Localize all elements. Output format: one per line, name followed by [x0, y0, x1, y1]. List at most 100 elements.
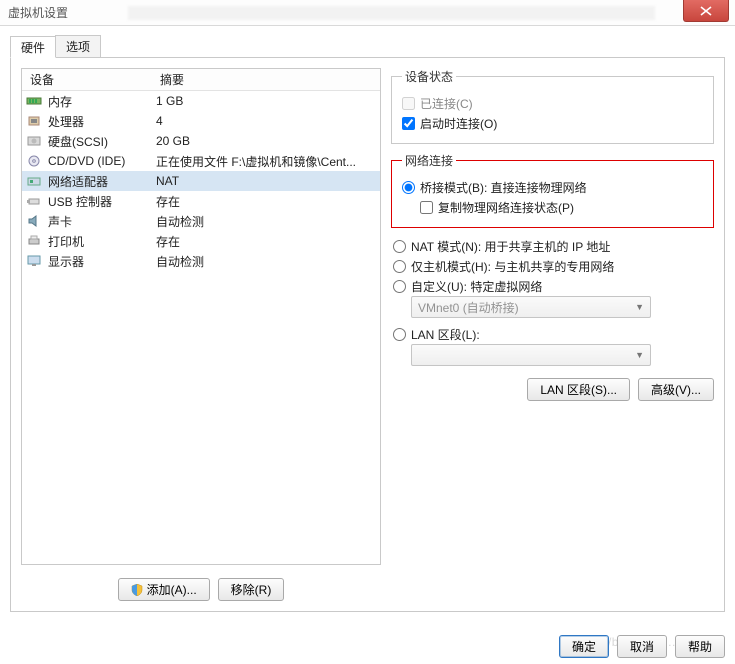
lan-radio-input[interactable]	[393, 328, 406, 341]
add-button-label: 添加(A)...	[147, 581, 197, 598]
device-summary: 正在使用文件 F:\虚拟机和镜像\Cent...	[156, 153, 376, 170]
device-summary: NAT	[156, 174, 376, 188]
lan-radio[interactable]: LAN 区段(L):	[393, 324, 712, 344]
bridged-radio[interactable]: 桥接模式(B): 直接连接物理网络	[402, 177, 703, 197]
hardware-row-display[interactable]: 显示器自动检测	[22, 251, 380, 271]
titlebar-blur	[128, 6, 655, 20]
chevron-down-icon: ▼	[635, 350, 644, 360]
nic-icon	[26, 174, 42, 188]
hardware-list[interactable]: 设备 摘要 内存1 GB处理器4硬盘(SCSI)20 GBCD/DVD (IDE…	[21, 68, 381, 565]
connected-checkbox-input[interactable]	[402, 97, 415, 110]
remove-button[interactable]: 移除(R)	[218, 578, 285, 601]
col-device: 设备	[22, 71, 152, 88]
bridged-label: 桥接模式(B): 直接连接物理网络	[420, 179, 587, 196]
close-icon	[700, 6, 712, 16]
device-name: 打印机	[48, 233, 156, 250]
device-summary: 自动检测	[156, 213, 376, 230]
ok-button[interactable]: 确定	[559, 635, 609, 658]
connected-label: 已连接(C)	[420, 95, 473, 112]
network-connection-group: 网络连接 桥接模式(B): 直接连接物理网络 复制物理网络连接状态(P)	[391, 152, 714, 228]
hardware-row-sound[interactable]: 声卡自动检测	[22, 211, 380, 231]
replicate-label: 复制物理网络连接状态(P)	[438, 199, 574, 216]
hardware-row-printer[interactable]: 打印机存在	[22, 231, 380, 251]
nat-radio[interactable]: NAT 模式(N): 用于共享主机的 IP 地址	[393, 236, 712, 256]
nat-radio-input[interactable]	[393, 240, 406, 253]
custom-radio[interactable]: 自定义(U): 特定虚拟网络	[393, 276, 712, 296]
display-icon	[26, 254, 42, 268]
help-button[interactable]: 帮助	[675, 635, 725, 658]
hardware-row-usb[interactable]: USB 控制器存在	[22, 191, 380, 211]
close-button[interactable]	[683, 0, 729, 22]
connect-on-poweron-label: 启动时连接(O)	[420, 115, 497, 132]
col-summary: 摘要	[152, 71, 380, 88]
device-name: CD/DVD (IDE)	[48, 154, 156, 168]
hostonly-label: 仅主机模式(H): 与主机共享的专用网络	[411, 258, 614, 275]
device-name: 网络适配器	[48, 173, 156, 190]
hardware-row-memory[interactable]: 内存1 GB	[22, 91, 380, 111]
chevron-down-icon: ▼	[635, 302, 644, 312]
device-summary: 20 GB	[156, 134, 376, 148]
network-other-options: NAT 模式(N): 用于共享主机的 IP 地址 仅主机模式(H): 与主机共享…	[391, 236, 714, 366]
bridged-radio-input[interactable]	[402, 181, 415, 194]
custom-radio-input[interactable]	[393, 280, 406, 293]
device-name: 声卡	[48, 213, 156, 230]
add-button[interactable]: 添加(A)...	[118, 578, 210, 601]
tab-options[interactable]: 选项	[55, 35, 101, 57]
titlebar-text: 虚拟机设置	[8, 4, 68, 21]
disk-icon	[26, 134, 42, 148]
device-summary: 4	[156, 114, 376, 128]
custom-network-value: VMnet0 (自动桥接)	[418, 299, 519, 316]
lan-segment-combo[interactable]: ▼	[411, 344, 651, 366]
lan-segments-button[interactable]: LAN 区段(S)...	[527, 378, 630, 401]
tab-hardware[interactable]: 硬件	[10, 36, 56, 58]
hostonly-radio[interactable]: 仅主机模式(H): 与主机共享的专用网络	[393, 256, 712, 276]
device-name: USB 控制器	[48, 193, 156, 210]
replicate-checkbox[interactable]: 复制物理网络连接状态(P)	[420, 197, 703, 217]
device-summary: 自动检测	[156, 253, 376, 270]
vm-settings-window: 虚拟机设置 硬件 选项 设备 摘要 内存1 GB处理器4硬盘(SCSI)20 G…	[0, 0, 735, 664]
connect-on-poweron-input[interactable]	[402, 117, 415, 130]
hardware-row-cd[interactable]: CD/DVD (IDE)正在使用文件 F:\虚拟机和镜像\Cent...	[22, 151, 380, 171]
hardware-row-disk[interactable]: 硬盘(SCSI)20 GB	[22, 131, 380, 151]
advanced-button[interactable]: 高级(V)...	[638, 378, 714, 401]
right-panel: 设备状态 已连接(C) 启动时连接(O) 网络连接 桥接模式(B): 直接连接物…	[391, 68, 714, 601]
titlebar: 虚拟机设置	[0, 0, 735, 26]
device-summary: 存在	[156, 233, 376, 250]
cpu-icon	[26, 114, 42, 128]
hardware-actions: 添加(A)... 移除(R)	[21, 571, 381, 601]
device-summary: 存在	[156, 193, 376, 210]
hardware-row-cpu[interactable]: 处理器4	[22, 111, 380, 131]
connected-checkbox[interactable]: 已连接(C)	[402, 93, 703, 113]
device-status-group: 设备状态 已连接(C) 启动时连接(O)	[391, 68, 714, 144]
device-name: 显示器	[48, 253, 156, 270]
nat-label: NAT 模式(N): 用于共享主机的 IP 地址	[411, 238, 610, 255]
tabstrip: 硬件 选项	[10, 36, 725, 58]
hostonly-radio-input[interactable]	[393, 260, 406, 273]
network-legend: 网络连接	[402, 152, 456, 169]
device-summary: 1 GB	[156, 94, 376, 108]
connect-on-poweron-checkbox[interactable]: 启动时连接(O)	[402, 113, 703, 133]
hardware-list-header: 设备 摘要	[22, 69, 380, 91]
usb-icon	[26, 194, 42, 208]
hardware-row-nic[interactable]: 网络适配器NAT	[22, 171, 380, 191]
device-name: 处理器	[48, 113, 156, 130]
custom-combo-wrap: VMnet0 (自动桥接) ▼	[411, 296, 712, 318]
sound-icon	[26, 214, 42, 228]
cd-icon	[26, 154, 42, 168]
hardware-list-wrap: 设备 摘要 内存1 GB处理器4硬盘(SCSI)20 GBCD/DVD (IDE…	[21, 68, 381, 601]
memory-icon	[26, 94, 42, 108]
device-name: 硬盘(SCSI)	[48, 133, 156, 150]
hardware-panel: 设备 摘要 内存1 GB处理器4硬盘(SCSI)20 GBCD/DVD (IDE…	[10, 58, 725, 612]
dialog-footer: 确定 取消 帮助	[559, 635, 725, 658]
replicate-checkbox-input[interactable]	[420, 201, 433, 214]
device-status-legend: 设备状态	[402, 68, 456, 85]
device-name: 内存	[48, 93, 156, 110]
shield-icon	[131, 584, 143, 596]
lan-combo-wrap: ▼	[411, 344, 712, 366]
custom-network-combo[interactable]: VMnet0 (自动桥接) ▼	[411, 296, 651, 318]
cancel-button[interactable]: 取消	[617, 635, 667, 658]
network-buttons: LAN 区段(S)... 高级(V)...	[391, 378, 714, 401]
lan-label: LAN 区段(L):	[411, 326, 480, 343]
printer-icon	[26, 234, 42, 248]
custom-label: 自定义(U): 特定虚拟网络	[411, 278, 542, 295]
